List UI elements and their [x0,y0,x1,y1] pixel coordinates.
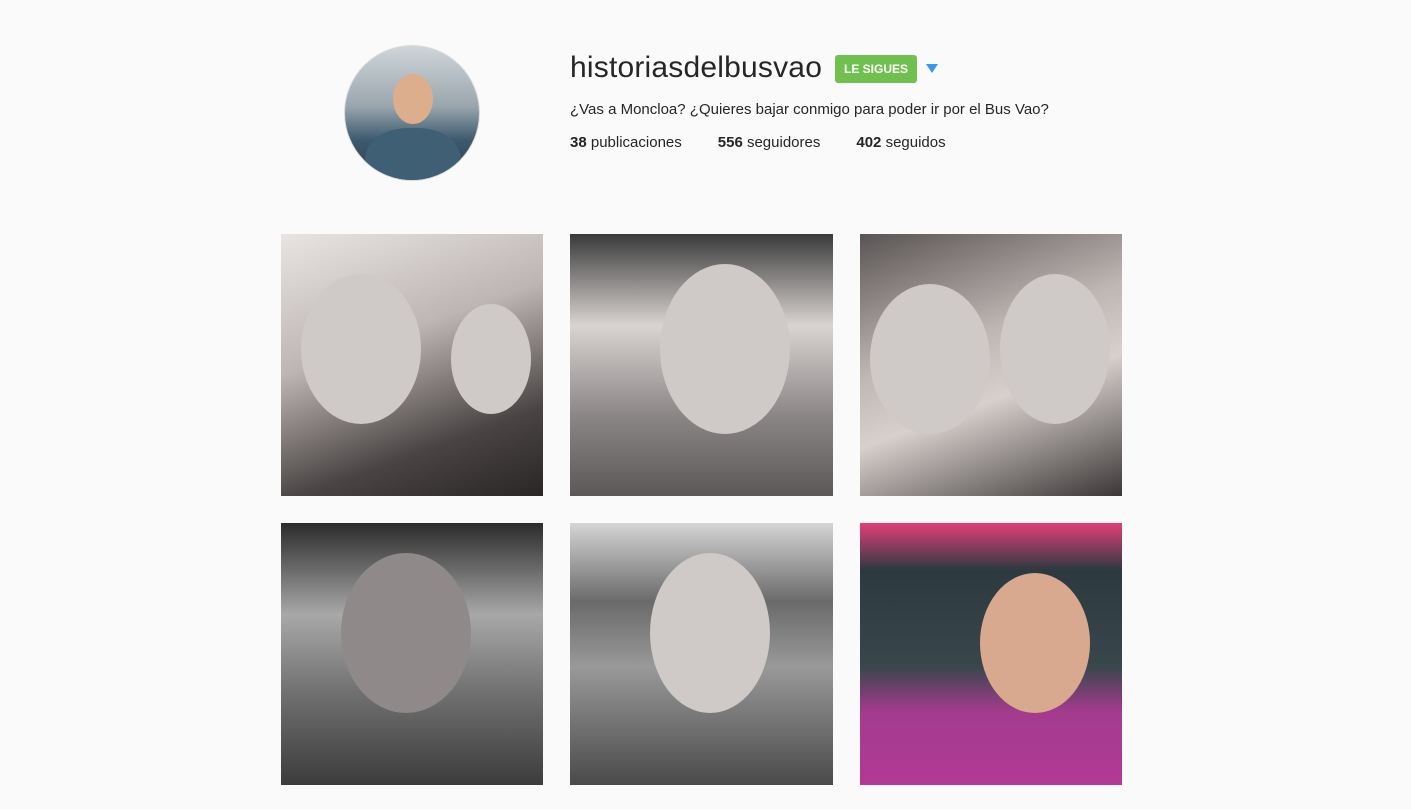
posts-count: 38 [570,134,587,151]
profile-stats: 38 publicaciones 556 seguidores 402 segu… [570,134,982,151]
photo-face-shape [980,573,1090,713]
photo-face-shape [650,553,770,713]
post-thumbnail[interactable] [860,234,1122,496]
photo-face-shape [870,284,990,434]
avatar-body-shape [365,128,461,180]
profile-avatar[interactable] [344,45,480,181]
chevron-down-icon[interactable] [926,64,938,73]
post-thumbnail[interactable] [860,523,1122,785]
posts-stat: 38 publicaciones [570,134,682,151]
profile-username: historiasdelbusvao [570,51,823,84]
followers-count: 556 [717,134,743,151]
post-thumbnail[interactable] [281,523,543,785]
posts-label: publicaciones [590,134,682,151]
following-count: 402 [856,134,882,151]
following-label: seguidos [885,134,946,151]
profile-bio: ¿Vas a Moncloa? ¿Quieres bajar conmigo p… [570,101,1049,118]
post-thumbnail[interactable] [570,234,833,496]
photo-face-shape [341,553,471,713]
followers-stat[interactable]: 556 seguidores [718,134,821,151]
photo-face-shape [1000,274,1110,424]
photo-face-shape [451,304,531,414]
photo-face-shape [660,264,790,434]
post-thumbnail[interactable] [570,523,833,785]
following-stat[interactable]: 402 seguidos [856,134,945,151]
following-button[interactable]: LE SIGUES [835,55,917,83]
avatar-head-shape [393,74,433,124]
posts-grid [281,234,1122,785]
photo-face-shape [301,274,421,424]
post-thumbnail[interactable] [281,234,543,496]
followers-label: seguidores [746,134,821,151]
